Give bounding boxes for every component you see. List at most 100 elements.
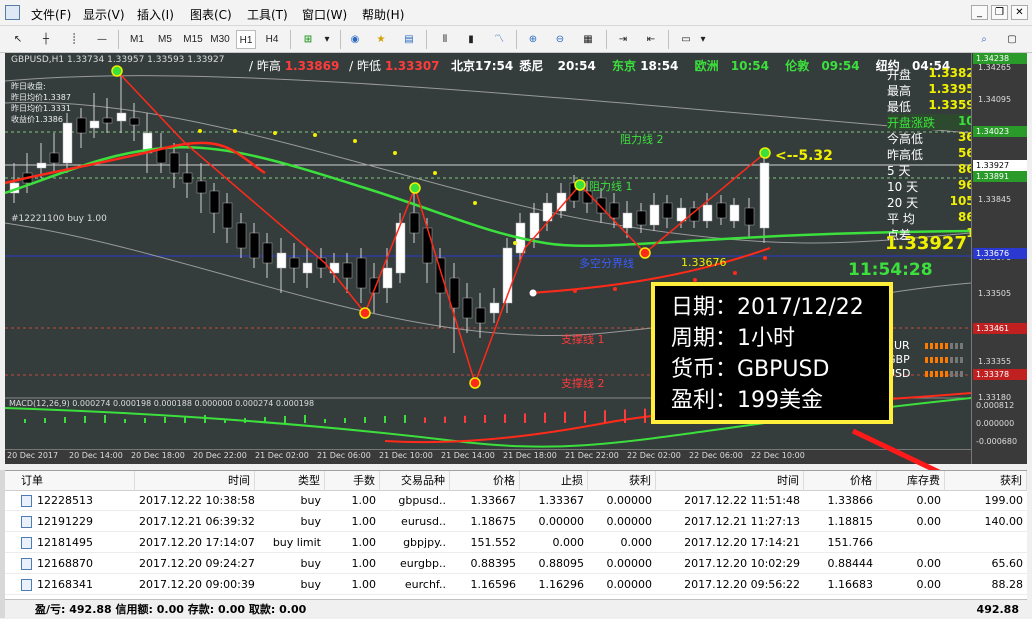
template-icon[interactable]: ▭ <box>676 30 696 49</box>
cursor-icon[interactable]: ↖ <box>10 30 26 49</box>
menu-file[interactable]: 文件(F) <box>31 6 71 23</box>
column-header[interactable]: 时间 <box>656 471 804 491</box>
close-icon[interactable]: ✕ <box>1011 5 1028 20</box>
restore-icon[interactable]: ❐ <box>991 5 1008 20</box>
table-row[interactable]: 12228513 2017.12.22 10:38:58 buy 1.00 gbpusd… <box>5 491 1027 511</box>
strength-bar <box>945 343 948 349</box>
column-header[interactable]: 类型 <box>255 471 325 491</box>
favorites-icon[interactable]: ★ <box>372 30 390 49</box>
candle-body <box>475 307 486 324</box>
horizontal-line-icon[interactable]: — <box>94 30 110 49</box>
cell-lots: 1.00 <box>351 578 377 591</box>
table-row[interactable]: 12191229 2017.12.21 06:39:32 buy 1.00 eurusd… <box>5 512 1027 532</box>
search-icon[interactable]: ⌕ <box>975 30 993 49</box>
trade-info-box: 日期：2017/12/22 周期：1小时 货币：GBPUSD 盈利：199美金 <box>651 282 893 424</box>
stat-label: 10 天 <box>887 180 919 194</box>
candle-body <box>662 202 673 219</box>
chat-icon[interactable]: ▢ <box>1003 30 1021 49</box>
zoom-in-icon[interactable]: ⊕ <box>524 30 542 49</box>
cell-price: 151.552 <box>470 536 517 549</box>
table-row[interactable]: 12168341 2017.12.20 09:00:39 buy 1.00 eurchf… <box>5 575 1027 595</box>
cell-time: 2017.12.22 10:38:58 <box>139 494 255 507</box>
cell-lots: 1.00 <box>351 536 377 549</box>
period-m1[interactable]: M1 <box>126 30 148 49</box>
support-2-label: 支撑线 2 <box>561 377 605 390</box>
period-m15[interactable]: M15 <box>181 30 205 49</box>
price-highlight: 1.33461 <box>973 323 1027 334</box>
time-tick: 21 Dec 18:00 <box>503 451 557 460</box>
cell-price: 0.88395 <box>470 557 517 570</box>
menu-charts[interactable]: 图表(C) <box>190 6 232 23</box>
stat-row: 今高低364 <box>887 130 983 146</box>
tile-windows-icon[interactable]: ▦ <box>579 30 597 49</box>
dropdown-icon[interactable]: ▾ <box>322 30 332 49</box>
price-tick: 1.33845 <box>978 195 1012 204</box>
sar-dot <box>513 241 517 245</box>
terminal-panel: 订单 时间 类型 手数 交易品种 价格 止损 获利 时间 价格 库存费 获利 12228513 2017… <box>5 470 1027 619</box>
cell-tp: 0.00000 <box>606 578 653 591</box>
column-header[interactable]: 订单 <box>5 471 135 491</box>
vertical-line-icon[interactable]: ┊ <box>66 30 82 49</box>
period-h1[interactable]: H1 <box>236 30 256 49</box>
minimize-icon[interactable]: _ <box>971 5 988 20</box>
strength-bar <box>935 371 938 377</box>
stat-label: 最低 <box>887 100 912 114</box>
new-order-icon[interactable]: ⊞ <box>298 30 318 49</box>
line-chart-icon[interactable]: 〽 <box>490 30 508 49</box>
strength-bar <box>935 357 938 363</box>
column-header[interactable]: 止损 <box>520 471 588 491</box>
column-header[interactable]: 获利 <box>945 471 1027 491</box>
cell-symbol: gbpusd.. <box>398 494 446 507</box>
price-highlight: 1.33891 <box>973 171 1027 182</box>
column-header[interactable]: 价格 <box>450 471 520 491</box>
candle-body <box>102 117 113 124</box>
cell-order: 12228513 <box>37 494 93 507</box>
candle-body <box>744 207 755 226</box>
period-h4[interactable]: H4 <box>262 30 282 49</box>
zoom-out-icon[interactable]: ⊖ <box>551 30 569 49</box>
total-profit: 492.88 <box>976 603 1019 616</box>
column-header[interactable]: 交易品种 <box>380 471 450 491</box>
stat-row: 开盘涨跌102 <box>887 114 983 130</box>
menu-help[interactable]: 帮助(H) <box>362 6 404 23</box>
menu-tools[interactable]: 工具(T) <box>247 6 288 23</box>
stat-label: 今高低 <box>887 132 924 146</box>
cell-ctime: 2017.12.20 10:02:29 <box>684 557 800 570</box>
strength-bar <box>945 357 948 363</box>
support-1-label: 支撑线 1 <box>561 333 605 346</box>
chart-shift-icon[interactable]: ⇤ <box>642 30 660 49</box>
cell-sl: 0.88095 <box>538 557 585 570</box>
column-header[interactable]: 价格 <box>804 471 877 491</box>
period-m30[interactable]: M30 <box>208 30 232 49</box>
info-date: 日期：2017/12/22 <box>671 295 864 320</box>
menu-insert[interactable]: 插入(I) <box>137 6 174 23</box>
column-header[interactable]: 库存费 <box>877 471 945 491</box>
strength-bar <box>960 371 963 377</box>
entry-point <box>529 289 537 297</box>
navigator-icon[interactable]: ◉ <box>346 30 364 49</box>
time-tick: 20 Dec 18:00 <box>131 451 185 460</box>
menu-view[interactable]: 显示(V) <box>83 6 125 23</box>
strength-bar <box>930 343 933 349</box>
stat-row: 最低 1.33593 <box>887 98 983 114</box>
template-dropdown-icon[interactable]: ▾ <box>698 30 708 49</box>
auto-scroll-icon[interactable]: ⇥ <box>614 30 632 49</box>
column-header[interactable]: 获利 <box>588 471 656 491</box>
column-header[interactable]: 手数 <box>325 471 380 491</box>
resistance-1-label: 阻力线 1 <box>589 180 633 193</box>
bar-chart-icon[interactable]: ⫴ <box>436 30 454 49</box>
zigzag-point <box>359 307 371 319</box>
candle-chart-icon[interactable]: ▮ <box>462 30 480 49</box>
column-header[interactable]: 时间 <box>135 471 255 491</box>
table-row[interactable]: 12181495 2017.12.20 17:14:07 buy limit 1.00… <box>5 533 1027 553</box>
strength-bar <box>955 343 958 349</box>
strength-bar <box>950 357 953 363</box>
table-row[interactable]: 12168870 2017.12.20 09:24:27 buy 1.00 eurgbp… <box>5 554 1027 574</box>
europe-time: 10:54 <box>730 59 769 73</box>
strength-bar <box>960 343 963 349</box>
period-m5[interactable]: M5 <box>154 30 176 49</box>
terminal-icon[interactable]: ▤ <box>400 30 418 49</box>
menu-window[interactable]: 窗口(W) <box>302 6 347 23</box>
crosshair-icon[interactable]: ┼ <box>38 30 54 49</box>
cell-symbol: gbpjpy.. <box>403 536 446 549</box>
